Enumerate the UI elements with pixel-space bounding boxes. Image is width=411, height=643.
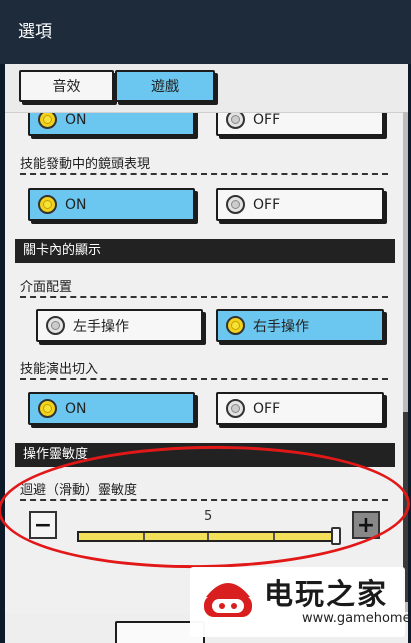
minus-icon: − <box>33 512 53 538</box>
radio-selected-icon <box>226 316 245 335</box>
decrease-button[interactable]: − <box>29 511 57 539</box>
radio-unselected-icon <box>226 195 245 214</box>
slider-knob[interactable] <box>331 527 341 545</box>
camera-on-button[interactable]: ON <box>28 188 195 221</box>
camera-off-button[interactable]: OFF <box>216 188 384 221</box>
scrollbar[interactable] <box>403 112 408 612</box>
radio-selected-icon <box>38 113 57 129</box>
tab-sound-label: 音效 <box>52 79 81 95</box>
layout-left-button[interactable]: 左手操作 <box>36 309 203 342</box>
tab-bar: 音效 遊戲 <box>5 64 408 112</box>
watermark-logo-icon <box>204 583 252 617</box>
divider <box>20 378 388 380</box>
camera-on-label: ON <box>65 196 87 213</box>
cutin-off-button[interactable]: OFF <box>216 392 384 425</box>
section-header-sensitivity: 操作靈敏度 <box>15 443 395 467</box>
row0-off-button[interactable]: OFF <box>216 112 384 136</box>
section-header-in-stage: 關卡內的顯示 <box>15 239 395 263</box>
dodge-sensitivity-label: 迴避（滑動）靈敏度 <box>20 483 138 498</box>
slider-value: 5 <box>204 509 213 524</box>
cutin-on-button[interactable]: ON <box>28 392 195 425</box>
divider <box>20 499 388 501</box>
radio-selected-icon <box>38 195 57 214</box>
page-title: 選項 <box>18 22 52 42</box>
watermark-title: 电玩之家 <box>264 577 389 611</box>
layout-setting-label: 介面配置 <box>20 280 73 295</box>
row0-off-label: OFF <box>253 112 281 128</box>
divider <box>20 173 388 175</box>
options-panel: 音效 遊戲 ON OFF 技能發動中的鏡頭表現 ON OFF 關卡內的顯示 介面… <box>5 64 408 643</box>
window-header: 選項 <box>0 0 411 64</box>
radio-unselected-icon <box>226 399 245 418</box>
camera-setting-label: 技能發動中的鏡頭表現 <box>20 157 151 172</box>
sensitivity-slider-track[interactable] <box>77 531 341 542</box>
cutin-setting-label: 技能演出切入 <box>20 362 99 377</box>
divider <box>20 296 388 298</box>
settings-scroll-area[interactable]: ON OFF 技能發動中的鏡頭表現 ON OFF 關卡內的顯示 介面配置 左手操… <box>5 112 408 613</box>
radio-selected-icon <box>38 399 57 418</box>
tab-sound[interactable]: 音效 <box>19 70 114 102</box>
increase-button[interactable]: + <box>352 511 380 539</box>
tab-game-label: 遊戲 <box>151 79 179 95</box>
layout-right-button[interactable]: 右手操作 <box>216 309 384 342</box>
row0-on-button[interactable]: ON <box>28 112 195 136</box>
watermark: 电玩之家 www.gamehome.tv <box>190 567 411 637</box>
slider-tick <box>143 533 145 540</box>
radio-unselected-icon <box>46 316 65 335</box>
layout-right-label: 右手操作 <box>253 318 309 335</box>
layout-left-label: 左手操作 <box>73 318 129 335</box>
radio-unselected-icon <box>226 113 245 129</box>
row0-on-label: ON <box>65 112 87 128</box>
slider-tick <box>207 533 209 540</box>
camera-off-label: OFF <box>253 196 281 213</box>
plus-icon: + <box>356 512 376 538</box>
watermark-url: www.gamehome.tv <box>302 611 411 626</box>
slider-tick <box>273 533 275 540</box>
cutin-off-label: OFF <box>253 400 281 417</box>
tab-game[interactable]: 遊戲 <box>115 70 215 102</box>
cutin-on-label: ON <box>65 400 87 417</box>
